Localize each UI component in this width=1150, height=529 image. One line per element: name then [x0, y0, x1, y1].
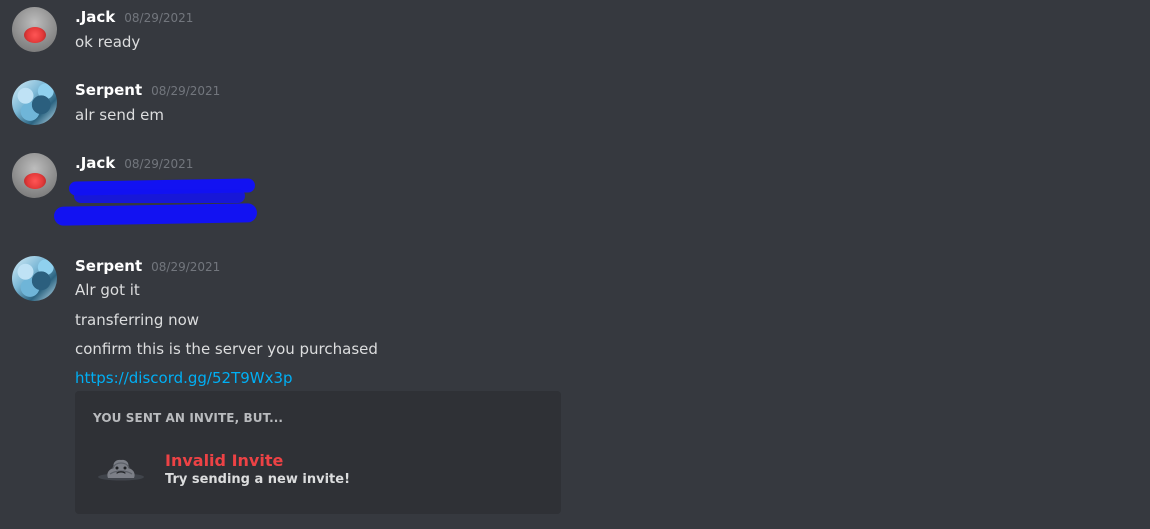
message-text: ok ready	[75, 33, 141, 51]
timestamp[interactable]: 08/29/2021	[124, 153, 193, 175]
message-text: confirm this is the server you purchased	[75, 340, 378, 358]
serpent-avatar[interactable]	[12, 80, 57, 125]
invite-link[interactable]: https://discord.gg/52T9Wx3p	[75, 367, 293, 389]
serpent-avatar[interactable]	[12, 256, 57, 301]
timestamp[interactable]: 08/29/2021	[151, 256, 220, 278]
message-header-2: Serpent 08/29/2021	[75, 79, 220, 101]
jack-avatar[interactable]	[12, 153, 57, 198]
invite-embed-header: YOU SENT AN INVITE, BUT...	[93, 411, 284, 425]
sad-poop-icon	[98, 459, 144, 481]
invalid-invite-subtitle: Try sending a new invite!	[165, 472, 351, 487]
message-header-4: Serpent 08/29/2021	[75, 255, 220, 277]
invite-embed: YOU SENT AN INVITE, BUT... Invalid Invit…	[75, 391, 561, 514]
message-text: Alr got it	[75, 281, 140, 299]
message-header-1: .Jack 08/29/2021	[75, 6, 193, 28]
jack-avatar[interactable]	[12, 7, 57, 52]
invite-link-text[interactable]: https://discord.gg/52T9Wx3p	[75, 369, 293, 387]
username[interactable]: Serpent	[75, 79, 142, 101]
username[interactable]: Serpent	[75, 255, 142, 277]
message-text: alr send em	[75, 106, 164, 124]
redaction-mark	[74, 189, 245, 203]
timestamp[interactable]: 08/29/2021	[124, 7, 193, 29]
username[interactable]: .Jack	[75, 152, 115, 174]
timestamp[interactable]: 08/29/2021	[151, 80, 220, 102]
message-text: transferring now	[75, 311, 200, 329]
message-header-3: .Jack 08/29/2021	[75, 152, 193, 174]
invalid-invite-title: Invalid Invite	[165, 451, 284, 470]
username[interactable]: .Jack	[75, 6, 115, 28]
redaction-mark	[53, 203, 258, 226]
